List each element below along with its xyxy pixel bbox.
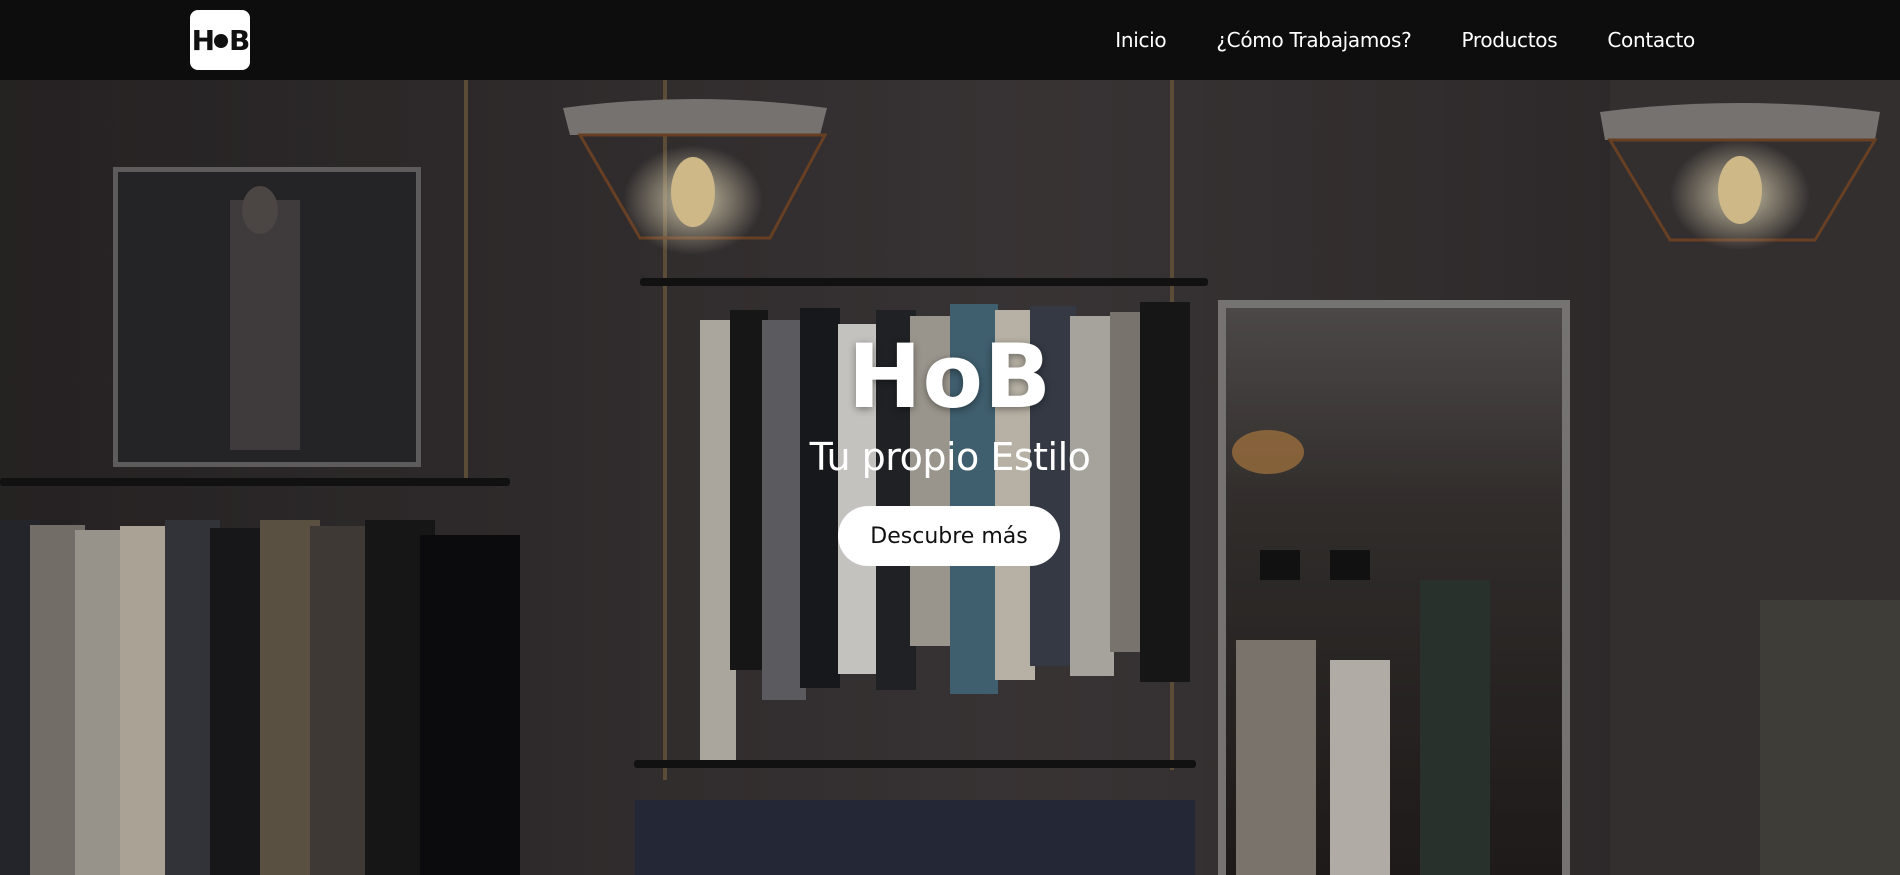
main-nav: Inicio ¿Cómo Trabajamos? Productos Conta… xyxy=(1115,0,1695,80)
hero-content: HoB Tu propio Estilo Descubre más xyxy=(0,80,1900,875)
hero-subtitle: Tu propio Estilo xyxy=(809,435,1091,479)
logo-letter-h: H xyxy=(191,23,215,57)
nav-item-como-trabajamos[interactable]: ¿Cómo Trabajamos? xyxy=(1216,28,1411,52)
logo-letter-b: B xyxy=(229,23,250,57)
logo-dot-icon xyxy=(214,34,229,48)
discover-more-button[interactable]: Descubre más xyxy=(838,506,1060,566)
hero-title: HoB xyxy=(847,325,1053,428)
site-header: HB Inicio ¿Cómo Trabajamos? Productos Co… xyxy=(0,0,1900,80)
brand-logo[interactable]: HB xyxy=(190,10,250,70)
nav-item-productos[interactable]: Productos xyxy=(1461,28,1557,52)
nav-item-contacto[interactable]: Contacto xyxy=(1607,28,1695,52)
nav-item-inicio[interactable]: Inicio xyxy=(1115,28,1166,52)
